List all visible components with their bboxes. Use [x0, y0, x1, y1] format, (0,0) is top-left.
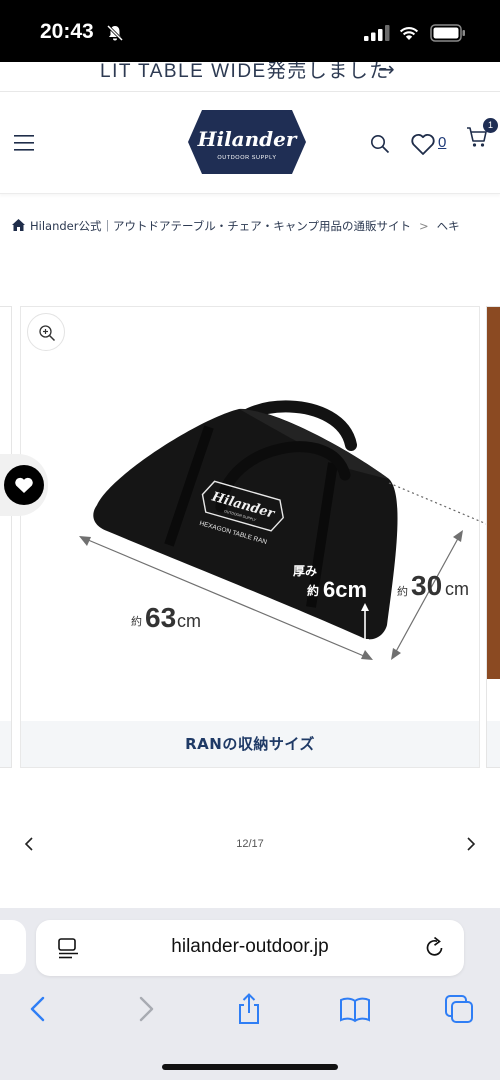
breadcrumb-home-link[interactable]: Hilander公式｜アウトドアテーブル・チェア・キャンプ用品の通販サイト: [30, 219, 411, 233]
forward-chevron-icon[interactable]: [128, 992, 162, 1026]
tabs-icon[interactable]: [442, 992, 476, 1026]
bell-off-icon: [106, 24, 124, 42]
wishlist-count[interactable]: 0: [438, 134, 446, 151]
hamburger-menu-icon[interactable]: [14, 134, 34, 152]
wishlist-heart-icon[interactable]: [410, 132, 436, 156]
depth-value: 6cm: [323, 577, 367, 602]
announcement-text[interactable]: LIT TABLE WIDE発売しました: [100, 62, 390, 83]
height-value: 30: [411, 570, 442, 601]
home-icon: [12, 219, 25, 231]
slide-caption-bar: RANの収納サイズ: [21, 721, 479, 767]
breadcrumb-separator: >: [418, 219, 429, 233]
cellular-signal-icon: [364, 25, 390, 41]
product-gallery: Hilander OUTDOOR SUPPLY HEXAGON TABLE RA…: [0, 306, 500, 770]
address-bar[interactable]: hilander-outdoor.jp: [36, 920, 464, 976]
width-arrow-start: [79, 536, 91, 546]
page: 20:43 LIT TABLE WIDE発売しました → Hilander OU…: [0, 0, 500, 1080]
width-unit: cm: [177, 611, 201, 631]
back-chevron-icon[interactable]: [22, 992, 56, 1026]
arrow-right-icon: →: [378, 62, 395, 81]
status-time: 20:43: [40, 20, 94, 43]
current-slide[interactable]: Hilander OUTDOOR SUPPLY HEXAGON TABLE RA…: [20, 306, 489, 768]
next-image-chevron-icon[interactable]: [460, 832, 482, 856]
logo-text: Hilander: [197, 127, 298, 151]
depth-label: 厚み: [293, 564, 317, 578]
height-unit: cm: [445, 579, 469, 599]
site-header: Hilander OUTDOOR SUPPLY 0 1: [0, 92, 500, 194]
storage-bag-image: Hilander OUTDOOR SUPPLY HEXAGON TABLE RA…: [79, 400, 489, 660]
bookmarks-icon[interactable]: [338, 992, 372, 1026]
home-indicator: [162, 1064, 338, 1070]
safari-bottom-bar: hilander-outdoor.jp: [0, 908, 500, 1080]
share-icon[interactable]: [232, 992, 266, 1026]
zoom-in-icon: [39, 325, 56, 342]
wifi-icon: [399, 26, 419, 40]
depth-arrow-bottom: [361, 639, 369, 647]
cart-count-badge: 1: [483, 118, 498, 133]
next-slide-peek[interactable]: [486, 306, 500, 768]
depth-prefix: 約: [307, 583, 319, 598]
battery-icon: [430, 24, 465, 42]
search-icon[interactable]: [370, 134, 390, 154]
width-value: 63: [145, 602, 176, 633]
logo-subtext: OUTDOOR SUPPLY: [217, 155, 276, 161]
announcement-bar[interactable]: LIT TABLE WIDE発売しました →: [0, 62, 500, 92]
status-bar: 20:43: [0, 0, 500, 62]
height-prefix: 約: [397, 584, 408, 598]
height-arrow-bottom: [391, 648, 401, 660]
previous-slide-peek[interactable]: [0, 306, 12, 768]
url-text[interactable]: hilander-outdoor.jp: [36, 936, 464, 958]
slide-caption: RANの収納サイズ: [185, 735, 315, 753]
height-arrow-top: [453, 530, 463, 542]
next-slide-image: [487, 307, 500, 679]
next-slide-caption-bg: [487, 721, 500, 767]
hilander-logo[interactable]: Hilander OUTDOOR SUPPLY: [188, 110, 306, 174]
favorite-button[interactable]: [4, 465, 44, 505]
heart-icon: [15, 477, 33, 493]
breadcrumb: Hilander公式｜アウトドアテーブル・チェア・キャンプ用品の通販サイト > ヘキ: [12, 218, 500, 240]
reload-icon[interactable]: [424, 936, 446, 960]
previous-slide-caption-bg: [0, 721, 11, 767]
width-prefix: 約: [131, 614, 142, 628]
previous-image-chevron-icon[interactable]: [18, 832, 40, 856]
zoom-button[interactable]: [27, 313, 65, 351]
depth-guide-line: [388, 482, 489, 526]
image-pager-count: 12/17: [236, 838, 264, 850]
previous-tab-peek[interactable]: [0, 920, 26, 974]
width-arrow-end: [361, 650, 373, 660]
breadcrumb-current: ヘキ: [436, 219, 460, 233]
